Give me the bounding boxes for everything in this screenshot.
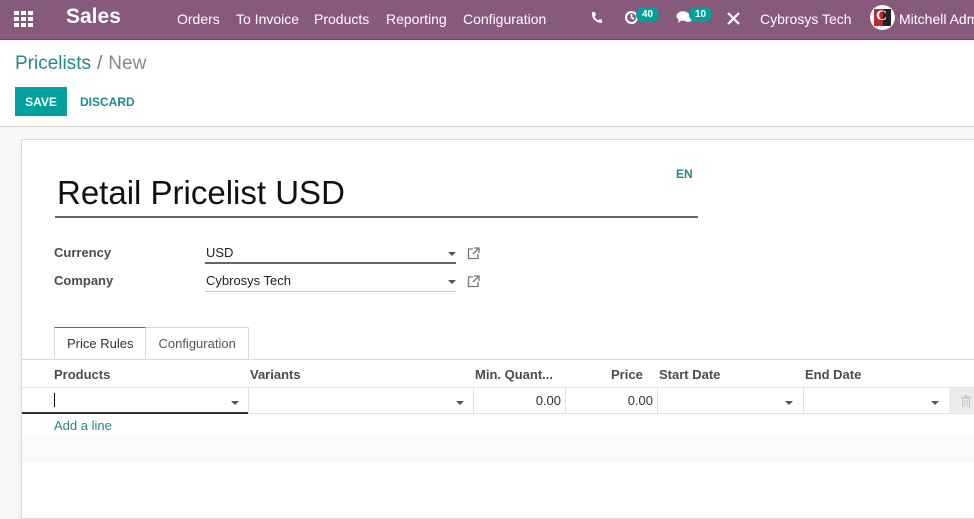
text-cursor	[54, 393, 55, 407]
top-navbar: Sales Orders To Invoice Products Reporti…	[0, 0, 974, 40]
column-header-end-date[interactable]: End Date	[805, 367, 861, 382]
apps-grid-icon[interactable]	[14, 11, 33, 27]
tab-configuration[interactable]: Configuration	[146, 327, 249, 360]
tab-divider	[22, 359, 974, 360]
user-avatar[interactable]: C	[870, 5, 895, 30]
activity-badge: 40	[636, 7, 660, 22]
tab-price-rules[interactable]: Price Rules	[54, 327, 147, 360]
start-date-dropdown-caret-icon[interactable]	[785, 401, 793, 405]
company-label: Company	[54, 273, 114, 288]
start-date-cell-input[interactable]	[658, 388, 803, 413]
currency-external-link-icon[interactable]	[467, 247, 480, 260]
min-quantity-cell-input[interactable]: 0.00	[474, 388, 565, 413]
company-value: Cybrosys Tech	[206, 273, 292, 288]
form-sheet: EN Retail Pricelist USD Currency USD Com…	[21, 139, 974, 519]
product-cell-input[interactable]	[22, 388, 248, 414]
column-header-products[interactable]: Products	[54, 367, 110, 382]
notebook-tabs: Price Rules Configuration	[54, 327, 249, 360]
control-panel: Pricelists / New SAVE DISCARD	[0, 41, 974, 127]
discard-button[interactable]: DISCARD	[80, 87, 135, 116]
save-button[interactable]: SAVE	[15, 87, 67, 116]
table-footer-band	[22, 437, 974, 462]
variant-dropdown-caret-icon[interactable]	[456, 401, 464, 405]
breadcrumb-pricelists-link[interactable]: Pricelists	[15, 53, 91, 74]
currency-value: USD	[206, 244, 234, 260]
pricelist-name-input[interactable]: Retail Pricelist USD	[55, 170, 698, 218]
company-dropdown-caret-icon[interactable]	[448, 280, 456, 284]
end-date-cell-input[interactable]	[804, 388, 949, 413]
company-field[interactable]: Cybrosys Tech	[205, 270, 456, 292]
menu-reporting[interactable]: Reporting	[386, 11, 447, 27]
product-dropdown-caret-icon[interactable]	[231, 401, 239, 405]
column-header-price[interactable]: Price	[611, 367, 643, 382]
column-header-variants[interactable]: Variants	[250, 367, 301, 382]
currency-label: Currency	[54, 245, 112, 260]
user-menu[interactable]: Mitchell Adm	[899, 11, 974, 27]
variant-cell-input[interactable]	[249, 388, 473, 413]
currency-field[interactable]: USD	[205, 242, 456, 264]
messages-badge: 10	[689, 7, 713, 22]
app-title[interactable]: Sales	[66, 5, 121, 29]
delete-row-button[interactable]	[949, 388, 974, 413]
company-switcher[interactable]: Cybrosys Tech	[760, 11, 852, 27]
trash-icon	[960, 394, 971, 407]
currency-dropdown-caret-icon[interactable]	[448, 252, 456, 256]
end-date-dropdown-caret-icon[interactable]	[931, 401, 939, 405]
phone-icon[interactable]	[590, 11, 603, 24]
price-cell-input[interactable]: 0.00	[566, 388, 657, 413]
add-a-line-link[interactable]: Add a line	[54, 418, 112, 433]
menu-orders[interactable]: Orders	[177, 11, 220, 27]
menu-products[interactable]: Products	[314, 11, 369, 27]
debug-tools-icon[interactable]	[727, 12, 740, 25]
company-external-link-icon[interactable]	[467, 275, 480, 288]
menu-configuration[interactable]: Configuration	[463, 11, 546, 27]
breadcrumb-separator: /	[97, 53, 103, 74]
breadcrumb-current: New	[108, 53, 147, 74]
menu-to-invoice[interactable]: To Invoice	[236, 11, 299, 27]
column-header-start-date[interactable]: Start Date	[659, 367, 720, 382]
breadcrumb: Pricelists / New	[15, 53, 146, 75]
column-header-min-quantity[interactable]: Min. Quant...	[475, 367, 553, 382]
